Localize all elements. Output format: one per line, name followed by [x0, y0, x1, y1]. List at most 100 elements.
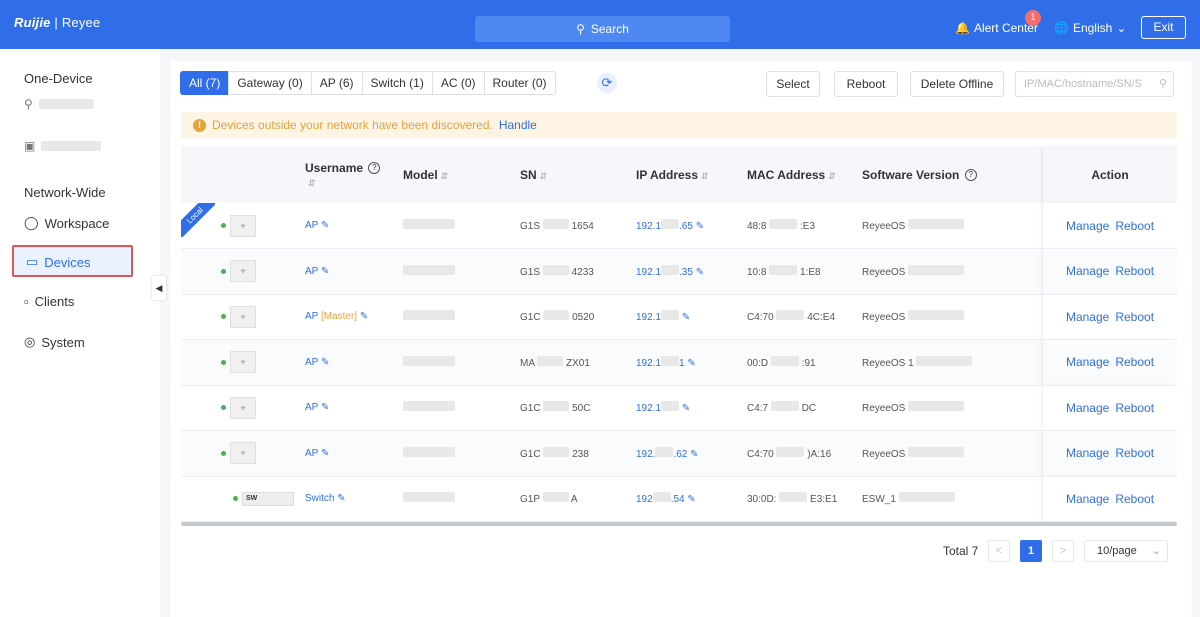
ip-cell[interactable]: 192. .62 ✎ [636, 430, 747, 477]
ip-cell[interactable]: 192.1 .35 ✎ [636, 248, 747, 295]
username-link[interactable]: AP [305, 311, 318, 322]
manage-link[interactable]: Manage [1066, 219, 1109, 233]
username-cell[interactable]: AP ✎ [305, 248, 403, 295]
sidebar-item-devices[interactable]: ▭ Devices [26, 254, 91, 270]
username-cell[interactable]: AP ✎ [305, 385, 403, 431]
help-icon[interactable]: ? [964, 169, 977, 182]
username-link[interactable]: AP [305, 357, 318, 368]
ip-suffix[interactable]: .35 [679, 267, 693, 278]
username-cell[interactable]: AP [Master] ✎ [305, 294, 403, 340]
row-reboot-link[interactable]: Reboot [1115, 310, 1154, 324]
edit-icon[interactable]: ✎ [687, 358, 695, 369]
username-link[interactable]: AP [305, 266, 318, 277]
tab-ac[interactable]: AC (0) [431, 71, 485, 95]
tab-all[interactable]: All (7) [180, 71, 230, 95]
sidebar-item-clients[interactable]: ▫ Clients [24, 294, 74, 309]
ip-suffix[interactable]: .54 [671, 494, 685, 505]
tab-gateway[interactable]: Gateway (0) [228, 71, 312, 95]
edit-icon[interactable]: ✎ [321, 448, 329, 459]
edit-icon[interactable]: ✎ [321, 402, 329, 413]
tab-switch[interactable]: Switch (1) [361, 71, 433, 95]
row-reboot-link[interactable]: Reboot [1115, 264, 1154, 278]
ip-prefix[interactable]: 192.1 [636, 267, 661, 278]
edit-icon[interactable]: ✎ [696, 221, 704, 232]
edit-icon[interactable]: ✎ [321, 266, 329, 277]
refresh-icon[interactable]: ⟳ [597, 73, 617, 93]
reboot-button[interactable]: Reboot [834, 71, 898, 97]
row-reboot-link[interactable]: Reboot [1115, 219, 1154, 233]
ip-cell[interactable]: 192.1 1 ✎ [636, 339, 747, 386]
edit-icon[interactable]: ✎ [690, 449, 698, 460]
exit-button[interactable]: Exit [1141, 16, 1186, 39]
tab-router[interactable]: Router (0) [483, 71, 556, 95]
one-device-item-1[interactable]: ⚲ [24, 97, 94, 111]
username-cell[interactable]: AP ✎ [305, 430, 403, 477]
help-icon[interactable]: ? [368, 162, 381, 175]
manage-link[interactable]: Manage [1066, 310, 1109, 324]
edit-icon[interactable]: ✎ [696, 267, 704, 278]
th-mac[interactable]: MAC Address ⇵ [747, 146, 862, 203]
ip-cell[interactable]: 192.1 ✎ [636, 385, 747, 431]
ip-prefix[interactable]: 192.1 [636, 221, 661, 232]
manage-link[interactable]: Manage [1066, 401, 1109, 415]
manage-link[interactable]: Manage [1066, 264, 1109, 278]
edit-icon[interactable]: ✎ [687, 494, 695, 505]
prev-page-button[interactable]: < [988, 540, 1010, 562]
one-device-item-2[interactable]: ▣ [24, 139, 102, 153]
manage-link[interactable]: Manage [1066, 446, 1109, 460]
sort-icon[interactable]: ⇵ [540, 171, 548, 181]
ip-prefix[interactable]: 192.1 [636, 403, 661, 414]
ip-suffix[interactable]: .65 [679, 221, 693, 232]
row-reboot-link[interactable]: Reboot [1115, 446, 1154, 460]
edit-icon[interactable]: ✎ [321, 357, 329, 368]
th-sn[interactable]: SN ⇵ [520, 146, 636, 203]
ip-prefix[interactable]: 192 [636, 494, 653, 505]
edit-icon[interactable]: ✎ [321, 220, 329, 231]
edit-icon[interactable]: ✎ [682, 312, 690, 323]
sidebar-item-system[interactable]: ◎ System [24, 334, 85, 350]
next-page-button[interactable]: > [1052, 540, 1074, 562]
username-cell[interactable]: AP ✎ [305, 203, 403, 249]
th-model[interactable]: Model ⇵ [403, 146, 520, 203]
username-link[interactable]: AP [305, 448, 318, 459]
ip-prefix[interactable]: 192.1 [636, 312, 661, 323]
sort-icon[interactable]: ⇵ [308, 178, 316, 188]
page-1-button[interactable]: 1 [1020, 540, 1042, 562]
device-filter-input[interactable]: IP/MAC/hostname/SN/S ⚲ [1015, 71, 1174, 97]
ip-cell[interactable]: 192.1 .65 ✎ [636, 203, 747, 249]
th-username[interactable]: Username ? ⇵ [305, 146, 403, 203]
edit-icon[interactable]: ✎ [682, 403, 690, 414]
username-link[interactable]: AP [305, 402, 318, 413]
ip-cell[interactable]: 192 .54 ✎ [636, 476, 747, 522]
manage-link[interactable]: Manage [1066, 492, 1109, 506]
username-link[interactable]: Switch [305, 493, 334, 504]
manage-link[interactable]: Manage [1066, 355, 1109, 369]
sort-icon[interactable]: ⇵ [701, 171, 709, 181]
ip-prefix[interactable]: 192. [636, 449, 655, 460]
row-reboot-link[interactable]: Reboot [1115, 492, 1154, 506]
alert-center-button[interactable]: 🔔 Alert Center [955, 21, 1038, 35]
ip-cell[interactable]: 192.1 ✎ [636, 294, 747, 340]
username-link[interactable]: AP [305, 220, 318, 231]
edit-icon[interactable]: ✎ [337, 493, 345, 504]
language-select[interactable]: 🌐 English ⌄ [1054, 21, 1126, 35]
ip-suffix[interactable]: .62 [673, 449, 687, 460]
ip-prefix[interactable]: 192.1 [636, 358, 661, 369]
edit-icon[interactable]: ✎ [360, 311, 368, 322]
delete-offline-button[interactable]: Delete Offline [910, 71, 1004, 97]
th-ip[interactable]: IP Address ⇵ [636, 146, 747, 203]
search-button[interactable]: ⚲ Search [475, 16, 730, 42]
sort-icon[interactable]: ⇵ [441, 171, 449, 181]
select-button[interactable]: Select [766, 71, 820, 97]
ip-suffix[interactable]: 1 [679, 358, 685, 369]
logo[interactable]: Ruijie | Reyee [14, 15, 100, 30]
username-cell[interactable]: Switch ✎ [305, 476, 403, 522]
row-reboot-link[interactable]: Reboot [1115, 401, 1154, 415]
row-reboot-link[interactable]: Reboot [1115, 355, 1154, 369]
sidebar-collapse-toggle[interactable]: ◀ [152, 276, 166, 300]
page-size-select[interactable]: 10/page ⌄ [1084, 540, 1168, 562]
sidebar-item-workspace[interactable]: ◯ Workspace [24, 215, 109, 231]
tab-ap[interactable]: AP (6) [310, 71, 363, 95]
handle-link[interactable]: Handle [499, 118, 537, 132]
horizontal-scrollbar[interactable] [181, 522, 1177, 526]
